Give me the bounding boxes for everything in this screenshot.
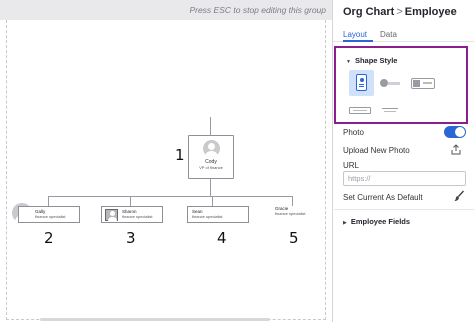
org-chart-canvas[interactable]: Press ESC to stop editing this group Cod…	[0, 0, 332, 322]
upload-icon[interactable]	[451, 144, 461, 155]
breadcrumb-separator: >	[396, 6, 403, 18]
connector-root-down	[210, 179, 211, 196]
toggle-knob	[455, 127, 465, 137]
section-divider	[334, 209, 474, 210]
active-tab-indicator	[343, 40, 373, 42]
annotation-number: 3	[126, 229, 136, 247]
employee-title: VP of finance	[199, 165, 223, 170]
org-card-child[interactable]: Sharon finance specialist	[101, 206, 163, 223]
group-boundary	[6, 20, 326, 320]
avatar-placeholder-icon	[105, 209, 118, 222]
annotation-number: 1	[175, 146, 185, 164]
annotation-number: 2	[44, 229, 54, 247]
employee-fields-header[interactable]: ▶ Employee Fields	[343, 217, 410, 226]
org-card-root[interactable]: Cody VP of finance	[188, 135, 234, 179]
connector-child-1	[48, 196, 49, 206]
panel-tabs: Layout Data	[333, 26, 474, 42]
paint-brush-icon[interactable]	[453, 190, 465, 202]
collapsed-triangle-icon: ▶	[343, 220, 347, 226]
scrollbar-thumb[interactable]	[40, 318, 270, 321]
shape-style-header[interactable]: ▼ Shape Style	[346, 56, 397, 65]
card-shape-icon	[356, 74, 367, 91]
annotation-number: 4	[217, 229, 227, 247]
connector-root-up	[210, 117, 211, 135]
group-edit-bar: Press ESC to stop editing this group	[0, 0, 332, 20]
set-default-label[interactable]: Set Current As Default	[343, 193, 423, 202]
shape-style-section: ▼ Shape Style	[334, 46, 468, 124]
employee-fields-label: Employee Fields	[350, 217, 411, 226]
connector-horizontal	[48, 196, 292, 197]
shape-style-label: Shape Style	[354, 56, 398, 65]
org-card-child[interactable]: Gracie finance specialist	[273, 204, 335, 221]
horizontal-scrollbar[interactable]	[0, 317, 332, 322]
expanded-triangle-icon: ▼	[346, 59, 351, 65]
shape-option-horizontal-card[interactable]	[411, 78, 435, 89]
shape-option-card-vertical[interactable]	[349, 70, 374, 96]
employee-title: finance specialist	[35, 214, 66, 219]
employee-title: finance specialist	[192, 214, 223, 219]
shape-option-flat-box[interactable]	[349, 107, 371, 114]
employee-title: finance specialist	[122, 214, 153, 219]
esc-hint-text: Press ESC to stop editing this group	[189, 5, 326, 15]
shape-option-text-only[interactable]	[382, 108, 398, 114]
upload-photo-label[interactable]: Upload New Photo	[343, 146, 410, 155]
org-card-child[interactable]: Gally finance specialist	[18, 206, 80, 223]
photo-toggle[interactable]	[444, 126, 466, 138]
properties-panel: Org Chart > Employee Layout Data ▼ Shape St…	[332, 0, 474, 322]
photo-label: Photo	[343, 128, 364, 137]
tab-data[interactable]: Data	[380, 30, 397, 39]
annotation-number: 5	[289, 229, 299, 247]
url-input[interactable]	[343, 171, 466, 186]
breadcrumb-current: Employee	[404, 6, 457, 18]
employee-title: finance specialist	[275, 211, 306, 216]
connector-child-2	[130, 196, 131, 206]
url-label: URL	[343, 161, 360, 170]
avatar-placeholder-icon	[203, 140, 220, 157]
connector-child-3	[212, 196, 213, 206]
breadcrumb-parent[interactable]: Org Chart	[343, 6, 394, 18]
tab-layout[interactable]: Layout	[343, 30, 367, 39]
org-card-child[interactable]: Sean finance specialist	[187, 206, 249, 223]
breadcrumb: Org Chart > Employee	[343, 6, 457, 18]
shape-option-circle-photo[interactable]	[380, 78, 400, 90]
